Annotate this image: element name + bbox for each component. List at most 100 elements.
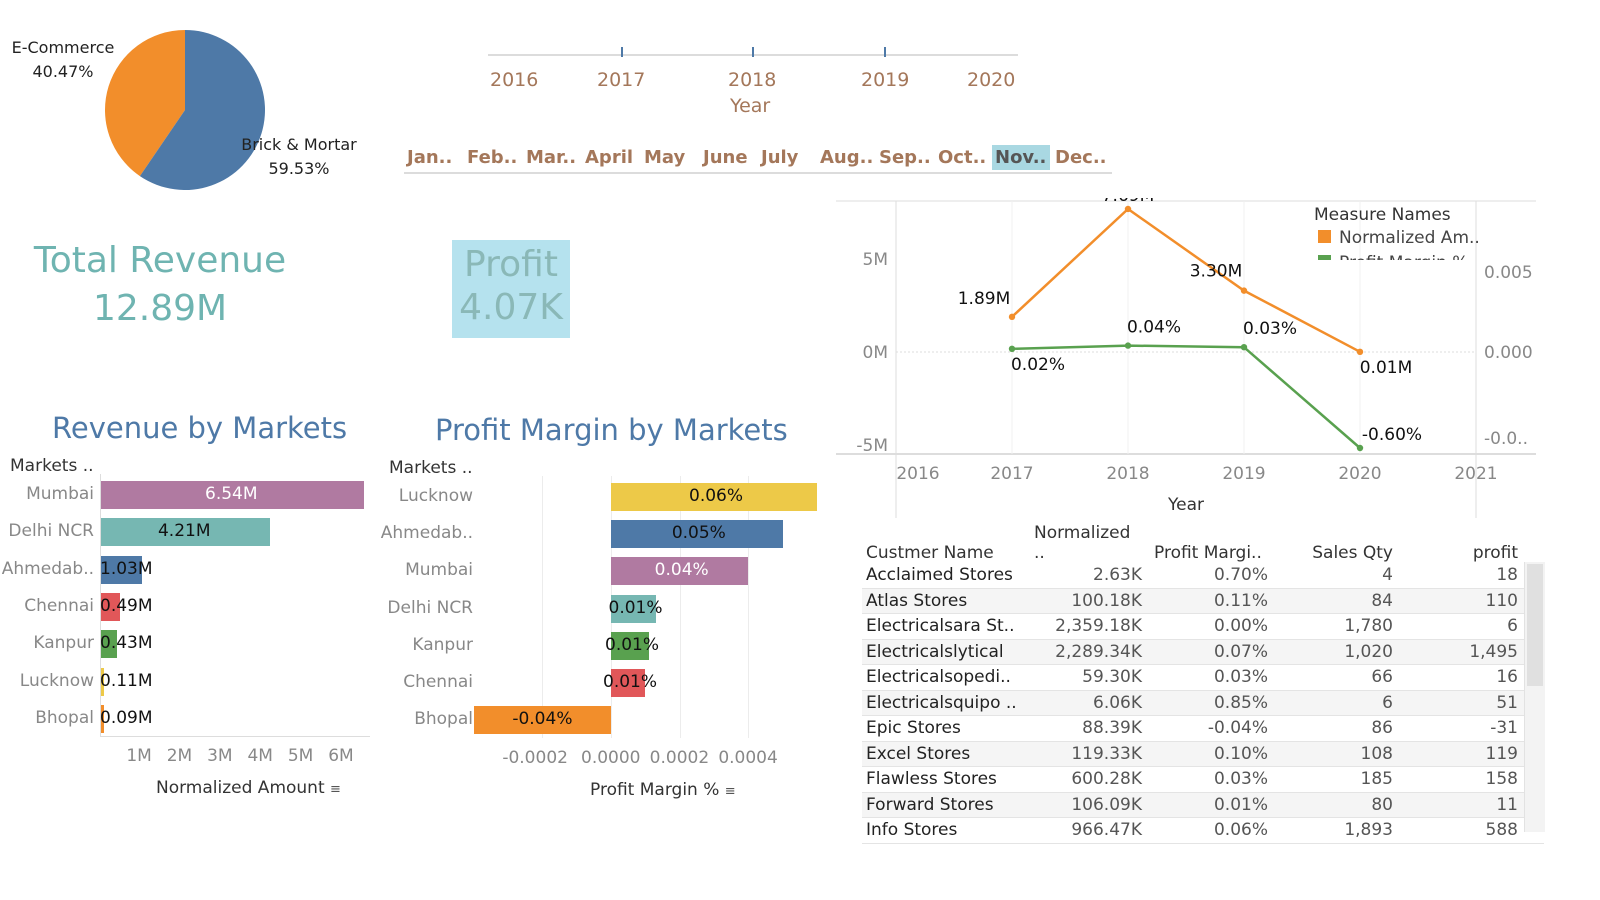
line-chart-right-tick: -0.0.. [1484, 429, 1528, 449]
profit-cell: 1,495 [1469, 641, 1518, 662]
line-point-label: 0.03% [1243, 319, 1297, 339]
revenue-markets-header[interactable]: Markets .. [10, 456, 94, 476]
month-mar[interactable]: Mar.. [523, 145, 579, 170]
line-chart-x-title: Year [1167, 495, 1204, 515]
line-chart-legend[interactable]: Measure Names Normalized Am.. Profit Margi… [1314, 205, 1480, 273]
table-row[interactable]: Info Stores 966.47K 0.06% 1,893 588 [862, 818, 1544, 844]
margin-gridline [542, 476, 544, 738]
margin-cell: 0.06% [1213, 820, 1268, 841]
line-point-label: 1.89M [958, 289, 1011, 309]
margin-category-label: Lucknow [398, 486, 473, 506]
month-jan[interactable]: Jan.. [404, 145, 455, 170]
year-option-2018[interactable]: 2018 [728, 69, 776, 91]
sort-icon[interactable]: ≡ [330, 782, 341, 797]
month-june[interactable]: June [700, 145, 751, 170]
table-row[interactable]: Acclaimed Stores 2.63K 0.70% 4 18 [862, 563, 1544, 589]
line-point[interactable] [1008, 345, 1016, 352]
col-header-margin[interactable]: Profit Margi.. [1142, 543, 1268, 563]
table-body: Acclaimed Stores 2.63K 0.70% 4 18 Atlas Store… [862, 563, 1544, 844]
table-scrollbar[interactable] [1524, 562, 1545, 832]
normalized-cell: 600.28K [1071, 769, 1142, 790]
normalized-cell: 6.06K [1093, 692, 1142, 713]
month-may[interactable]: May [641, 145, 688, 170]
customer-name-cell: Atlas Stores [866, 590, 968, 611]
profit-cell: 6 [1507, 616, 1518, 637]
table-scroll-thumb[interactable] [1527, 564, 1543, 686]
normalized-amount-line[interactable] [1011, 207, 1361, 353]
qty-cell: 185 [1360, 769, 1393, 790]
table-row[interactable]: Electricalslytical 2,289.34K 0.07% 1,020 1,4… [862, 639, 1544, 665]
line-point[interactable] [1124, 205, 1132, 213]
line-chart-x-tick: 2019 [1222, 464, 1265, 484]
sort-icon[interactable]: ≡ [725, 784, 736, 799]
line-point-label: 0.01M [1360, 358, 1413, 378]
col-header-normalized[interactable]: Normalized .. [1026, 523, 1142, 563]
legend-title: Measure Names [1314, 205, 1451, 225]
line-point[interactable] [1240, 287, 1248, 294]
line-point[interactable] [1124, 342, 1132, 349]
col-header-profit[interactable]: profit [1393, 543, 1518, 563]
margin-category-label: Kanpur [412, 634, 473, 655]
qty-cell: 108 [1360, 743, 1393, 764]
total-revenue-value: 12.89M [92, 288, 228, 329]
customer-name-cell: Info Stores [866, 820, 958, 841]
customer-name-cell: Epic Stores [866, 718, 961, 739]
year-option-2016[interactable]: 2016 [490, 69, 538, 91]
month-april[interactable]: April [582, 145, 636, 170]
line-point[interactable] [1356, 348, 1364, 356]
year-option-2019[interactable]: 2019 [861, 69, 909, 91]
month-nov[interactable]: Nov.. [992, 145, 1050, 170]
margin-cell: 0.07% [1213, 641, 1268, 662]
revenue-axis-title-text: Normalized Amount [156, 778, 325, 798]
qty-cell: 86 [1371, 718, 1393, 739]
margin-cell: 0.70% [1213, 565, 1268, 586]
profit-cell: 18 [1496, 565, 1518, 586]
month-dec[interactable]: Dec.. [1052, 145, 1110, 170]
margin-bar-label: 0.04% [654, 560, 709, 581]
table-row[interactable]: Epic Stores 88.39K -0.04% 86 -31 [862, 716, 1544, 742]
col-header-qty[interactable]: Sales Qty [1268, 543, 1393, 563]
table-row[interactable]: Electricalsara St.. 2,359.18K 0.00% 1,780 6 [862, 614, 1544, 640]
table-row[interactable]: Flawless Stores 600.28K 0.03% 185 158 [862, 767, 1544, 793]
year-option-2017[interactable]: 2017 [597, 69, 645, 91]
line-point-label: 0.02% [1011, 355, 1065, 375]
qty-cell: 1,020 [1344, 641, 1393, 662]
line-chart-left-tick: 5M [863, 250, 888, 270]
customer-name-cell: Electricalslytical [866, 641, 1004, 662]
margin-category-label: Mumbai [405, 560, 473, 581]
line-point[interactable] [1240, 344, 1248, 351]
year-option-2020[interactable]: 2020 [967, 69, 1015, 91]
table-row[interactable]: Electricalsquipo .. 6.06K 0.85% 6 51 [862, 690, 1544, 716]
margin-x-tick: -0.0002 [502, 748, 568, 768]
month-feb[interactable]: Feb.. [464, 145, 520, 170]
customer-name-cell: Electricalsquipo .. [866, 692, 1017, 713]
table-row[interactable]: Atlas Stores 100.18K 0.11% 84 110 [862, 588, 1544, 614]
profit-value: 4.07K [459, 287, 563, 328]
table-row[interactable]: Forward Stores 106.09K 0.01% 80 11 [862, 792, 1544, 818]
profit-cell: 11 [1496, 794, 1518, 815]
margin-gridline [748, 476, 750, 738]
margin-axis-title-text: Profit Margin % [590, 780, 720, 800]
month-july[interactable]: July [758, 145, 801, 170]
normalized-cell: 59.30K [1082, 667, 1142, 688]
table-row[interactable]: Electricalsopedi.. 59.30K 0.03% 66 16 [862, 665, 1544, 691]
line-point[interactable] [1356, 444, 1364, 452]
table-row[interactable]: Excel Stores 119.33K 0.10% 108 119 [862, 741, 1544, 767]
margin-markets-header[interactable]: Markets .. [389, 458, 473, 478]
year-line-chart[interactable]: 5M 0M -5M 0.005 0.000 -0.0.. 2016 2017 2018 2019 2… [836, 198, 1536, 520]
legend-item-label: Profit Margin % [1339, 253, 1468, 273]
col-header-customer[interactable]: Custmer Name [862, 543, 1026, 563]
month-sep[interactable]: Sep.. [876, 145, 934, 170]
normalized-cell: 966.47K [1071, 820, 1142, 841]
month-oct[interactable]: Oct.. [935, 145, 989, 170]
year-slicer-title: Year [730, 95, 771, 117]
margin-cell: -0.04% [1207, 718, 1268, 739]
margin-x-tick: 0.0002 [649, 748, 710, 768]
line-chart-left-tick: 0M [863, 343, 888, 363]
qty-cell: 6 [1382, 692, 1393, 713]
margin-gridline [679, 476, 681, 738]
qty-cell: 80 [1371, 794, 1393, 815]
line-point[interactable] [1008, 313, 1016, 321]
month-aug[interactable]: Aug.. [817, 145, 876, 170]
margin-x-tick: 0.0004 [718, 748, 778, 768]
